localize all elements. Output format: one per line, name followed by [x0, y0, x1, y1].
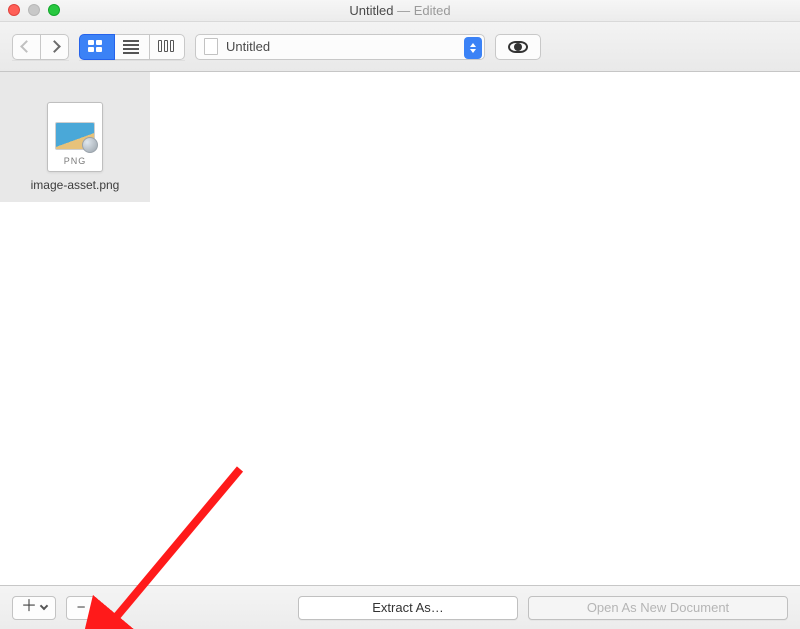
minus-icon: − — [77, 599, 86, 616]
extract-as-label: Extract As… — [372, 600, 444, 615]
window-title: Untitled — Edited — [349, 3, 450, 18]
columns-icon — [158, 40, 176, 54]
content-area: PNG image-asset.png — [0, 72, 800, 585]
open-as-new-label: Open As New Document — [587, 600, 729, 615]
toolbar: Untitled — [0, 22, 800, 72]
view-columns-button[interactable] — [150, 34, 185, 60]
quick-look-button[interactable] — [495, 34, 541, 60]
extract-as-button[interactable]: Extract As… — [298, 596, 518, 620]
view-mode-group — [79, 34, 185, 60]
file-name-label: image-asset.png — [31, 178, 120, 192]
document-icon — [204, 38, 218, 55]
breadcrumb-dropdown[interactable]: Untitled — [195, 34, 485, 60]
grid-icon — [88, 40, 106, 54]
list-icon — [123, 40, 141, 54]
view-list-button[interactable] — [115, 34, 150, 60]
title-bar: Untitled — Edited — [0, 0, 800, 22]
zoom-window-button[interactable] — [48, 4, 60, 16]
file-type-badge: PNG — [64, 156, 87, 166]
bottom-bar: ＋ − Extract As… Open As New Document — [0, 585, 800, 629]
eye-icon — [508, 41, 528, 53]
document-title: Untitled — [349, 3, 393, 18]
remove-button[interactable]: − — [66, 596, 96, 620]
minimize-window-button[interactable] — [28, 4, 40, 16]
forward-button[interactable] — [41, 34, 69, 60]
add-menu-button[interactable]: ＋ — [12, 596, 56, 620]
open-as-new-document-button[interactable]: Open As New Document — [528, 596, 788, 620]
file-thumbnail-icon: PNG — [47, 102, 103, 172]
updown-stepper-icon — [464, 37, 482, 59]
window-controls — [8, 4, 60, 16]
chevron-right-icon — [48, 40, 61, 53]
document-edited-status: — Edited — [397, 3, 451, 18]
back-button[interactable] — [12, 34, 41, 60]
nav-group — [12, 34, 69, 60]
chevron-left-icon — [20, 40, 33, 53]
file-list: PNG image-asset.png — [0, 72, 152, 585]
chevron-down-icon — [40, 602, 48, 610]
view-grid-button[interactable] — [79, 34, 115, 60]
breadcrumb-label: Untitled — [226, 39, 270, 54]
file-tile[interactable]: PNG image-asset.png — [0, 72, 150, 202]
close-window-button[interactable] — [8, 4, 20, 16]
